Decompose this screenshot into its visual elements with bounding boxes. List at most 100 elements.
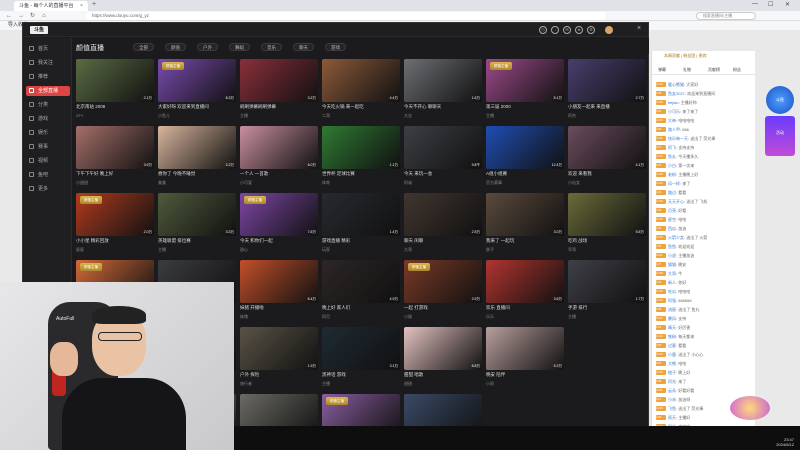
stream-thumbnail[interactable]: 3.9万 bbox=[76, 126, 154, 169]
stream-card[interactable]: 1.4万 游戏直播 精彩 玩家 bbox=[322, 193, 400, 257]
stream-thumbnail[interactable]: 3.1万 bbox=[322, 327, 400, 370]
chat-username[interactable]: 西瓜 bbox=[668, 226, 676, 231]
stream-title[interactable]: 欢迎 来看我 bbox=[568, 171, 646, 177]
sidebar-item[interactable]: 首页 bbox=[26, 44, 70, 54]
streamer-name[interactable]: 小鱼儿 bbox=[158, 113, 236, 119]
sidebar-item[interactable]: 鱼吧 bbox=[26, 170, 70, 180]
sidebar-item[interactable]: 视频 bbox=[26, 156, 70, 166]
download-icon[interactable]: ↓ bbox=[551, 26, 559, 34]
stream-card[interactable]: 4.1万 欢迎 来看我 小仙女 bbox=[568, 126, 646, 190]
promo-badge[interactable]: 斗鱼 bbox=[766, 86, 794, 114]
filter-chip[interactable]: 全部 bbox=[133, 43, 154, 51]
streamer-name[interactable]: 乐乐 bbox=[486, 314, 564, 320]
stream-card[interactable]: 颜值主播 2.9万 一起 打游戏 小刚 bbox=[404, 260, 482, 324]
chat-username[interactable]: 大神 bbox=[668, 118, 676, 123]
streamer-name[interactable]: 甜心 bbox=[240, 247, 318, 253]
stream-card[interactable]: 颜值主播 7.6万 今天 和你们一起 甜心 bbox=[240, 193, 318, 257]
stream-title[interactable]: 欢乐 直播间 bbox=[486, 305, 564, 311]
chat-username[interactable]: 小白 bbox=[668, 163, 676, 168]
stream-thumbnail[interactable]: 颜值主播 8.3万 bbox=[158, 59, 236, 102]
stream-title[interactable]: A组小组赛 bbox=[486, 171, 564, 177]
stream-card[interactable]: 6.4万 妹猪 开播啦 妹猪 bbox=[240, 260, 318, 324]
stream-title[interactable]: 大家好呀 欢迎来到直播间 bbox=[158, 104, 236, 110]
stream-thumbnail[interactable]: 2.1万 bbox=[76, 59, 154, 102]
search-input[interactable]: 搜索直播间/主播 bbox=[696, 12, 756, 20]
chat-username[interactable]: 飞鱼 bbox=[668, 406, 676, 411]
stream-card[interactable]: 颜值主播 5.1万 第三届 2000 主播 bbox=[486, 59, 564, 123]
chat-username[interactable]: 铁粉 bbox=[668, 334, 676, 339]
stream-card[interactable]: 2.1万 北京南站 2008 ZFY bbox=[76, 59, 154, 123]
stream-thumbnail[interactable]: 颜值主播 7.6万 bbox=[240, 193, 318, 236]
back-icon[interactable]: ← bbox=[6, 11, 12, 21]
stream-title[interactable]: 今天 来玩一会 bbox=[404, 171, 482, 177]
streamer-name[interactable]: 胖子 bbox=[486, 247, 564, 253]
chat-username[interactable]: 鱼鱼 bbox=[668, 244, 676, 249]
stream-title[interactable]: 吃鸡 战场 bbox=[568, 238, 646, 244]
stream-card[interactable]: 3.1万 黑神话 游戏 主播 bbox=[322, 327, 400, 391]
stream-thumbnail[interactable]: 12.4万 bbox=[486, 126, 564, 169]
streamer-name[interactable]: 大志 bbox=[404, 113, 482, 119]
stream-card[interactable]: 9.8千今天 来玩一会 阿诚 bbox=[404, 126, 482, 190]
stream-thumbnail[interactable]: 2.7万 bbox=[568, 59, 646, 102]
streamer-name[interactable]: 旅行者 bbox=[240, 381, 318, 387]
streamer-name[interactable]: 主播 bbox=[240, 113, 318, 119]
streamer-name[interactable]: 小仙女 bbox=[568, 180, 646, 186]
stream-title[interactable]: 今天不开心 聊聊天 bbox=[404, 104, 482, 110]
streamer-name[interactable]: 阿月 bbox=[322, 314, 400, 320]
stream-title[interactable]: 一个人 一首歌 bbox=[240, 171, 318, 177]
app-close-icon[interactable]: × bbox=[637, 25, 641, 32]
stream-card[interactable]: 颜值主播 8.3万大家好呀 欢迎来到直播间 小鱼儿 bbox=[158, 59, 236, 123]
stream-card[interactable]: 1.6万 今天不开心 聊聊天 大志 bbox=[404, 59, 482, 123]
stream-title[interactable]: 游戏直播 精彩 bbox=[322, 238, 400, 244]
stream-thumbnail[interactable]: 2.2万 bbox=[158, 126, 236, 169]
streamer-name[interactable]: 二哥 bbox=[322, 113, 400, 119]
chat-username[interactable]: 鱼丸 bbox=[668, 154, 676, 159]
stream-card[interactable]: 2.7万 小朋友一起来 来直播 阿杰 bbox=[568, 59, 646, 123]
chat-username[interactable]: 鱼友3027 bbox=[668, 91, 685, 96]
stream-thumbnail[interactable]: 5.5万 bbox=[568, 193, 646, 236]
stream-thumbnail[interactable]: 9.8千 bbox=[404, 126, 482, 169]
chat-tab[interactable]: 贡献榜 bbox=[708, 67, 720, 73]
sidebar-item[interactable]: 更多 bbox=[26, 184, 70, 194]
chat-username[interactable]: 小虎 bbox=[668, 253, 676, 258]
stream-title[interactable]: 今天吃火锅 来一起吃 bbox=[322, 104, 400, 110]
chat-username[interactable]: 小可乐 bbox=[668, 109, 680, 114]
chat-username[interactable]: 天天开心 bbox=[668, 199, 684, 204]
streamer-name[interactable]: 妹猪 bbox=[240, 314, 318, 320]
stream-thumbnail[interactable]: 5.2万 bbox=[486, 327, 564, 370]
stream-thumbnail[interactable]: 颜值主播 2.0万 bbox=[76, 193, 154, 236]
streamer-name[interactable]: 甜甜 bbox=[404, 381, 482, 387]
stream-title[interactable]: 刷刷弹幕刷刷弹幕 bbox=[240, 104, 318, 110]
stream-card[interactable]: 12.4万 A组小组赛 官方赛事 bbox=[486, 126, 564, 190]
chat-username[interactable]: 小米 bbox=[668, 397, 676, 402]
stream-thumbnail[interactable]: 6.4万 bbox=[240, 260, 318, 303]
streamer-name[interactable]: 阿诚 bbox=[404, 180, 482, 186]
stream-card[interactable]: 4.9万 晚上好 家人们 阿月 bbox=[322, 260, 400, 324]
filter-chip[interactable]: 舞蹈 bbox=[229, 43, 250, 51]
sidebar-item[interactable]: 全部直播 bbox=[26, 86, 70, 96]
stream-thumbnail[interactable]: 3.6万 bbox=[486, 260, 564, 303]
stream-card[interactable]: 3.3万 英雄联盟 排位赛 主播 bbox=[158, 193, 236, 257]
filter-chip[interactable]: 聊天 bbox=[293, 43, 314, 51]
sidebar-item[interactable]: 推荐 bbox=[26, 72, 70, 82]
stream-thumbnail[interactable]: 1.9万 bbox=[240, 327, 318, 370]
refresh-icon[interactable]: ↻ bbox=[30, 11, 35, 21]
filter-chip[interactable]: 游戏 bbox=[325, 43, 346, 51]
close-window-icon[interactable]: ✕ bbox=[785, 1, 790, 8]
chat-username[interactable]: 小鹿 bbox=[668, 352, 676, 357]
stream-thumbnail[interactable]: 8.8万 bbox=[404, 327, 482, 370]
stream-thumbnail[interactable]: 6.0万 bbox=[240, 126, 318, 169]
chat-username[interactable]: 快乐每一天 bbox=[668, 136, 688, 141]
streamer-name[interactable]: 小可爱 bbox=[240, 180, 318, 186]
streamer-name[interactable]: 军哥 bbox=[568, 247, 646, 253]
stream-title[interactable]: 小朋友一起来 来直播 bbox=[568, 104, 646, 110]
sidebar-item[interactable]: 分类 bbox=[26, 100, 70, 110]
stream-title[interactable]: 晚安 陪伴 bbox=[486, 372, 564, 378]
chat-username[interactable]: 流星 bbox=[668, 307, 676, 312]
chat-username[interactable]: 大熊 bbox=[668, 361, 676, 366]
streamer-name[interactable]: 主播 bbox=[158, 247, 236, 253]
streamer-name[interactable]: 体育 bbox=[322, 180, 400, 186]
chat-username[interactable]: 猫猫 bbox=[668, 262, 676, 267]
stream-title[interactable]: 北京南站 2008 bbox=[76, 104, 154, 110]
streamer-name[interactable]: 大哥 bbox=[404, 247, 482, 253]
